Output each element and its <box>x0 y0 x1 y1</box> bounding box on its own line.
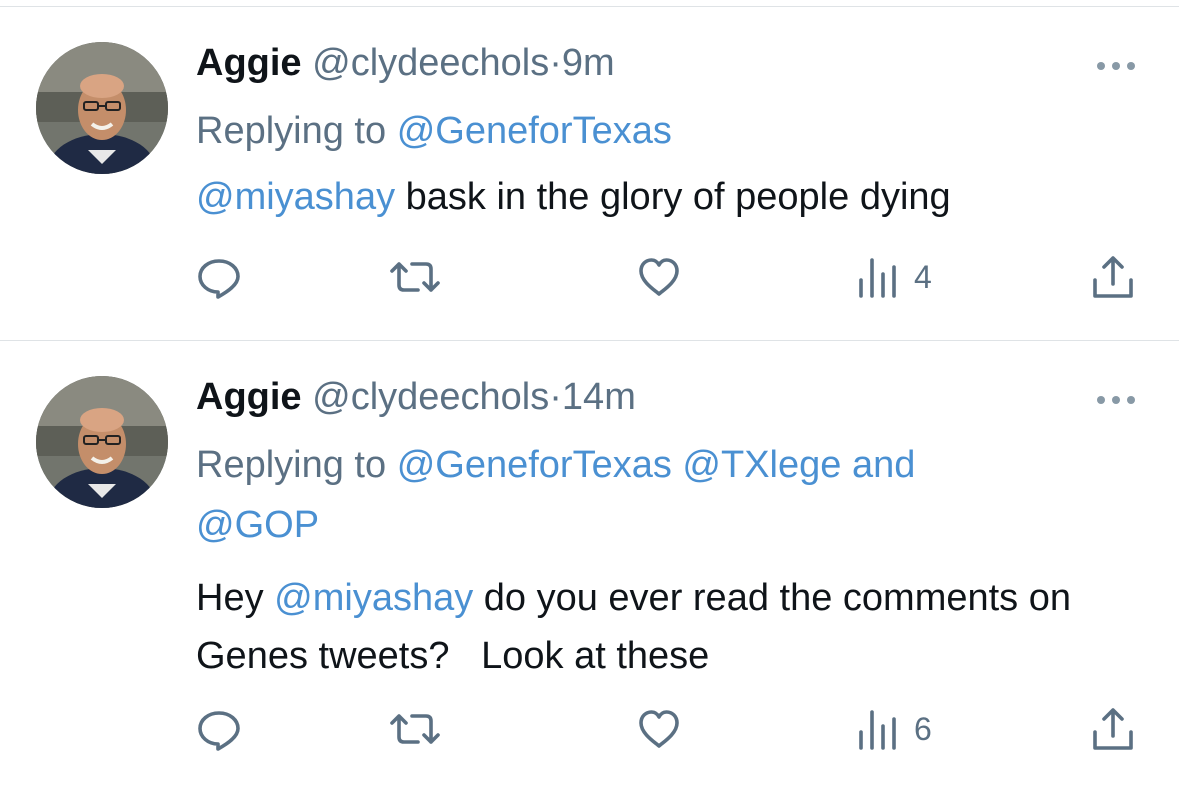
tweet-header: Aggie @clydeechols·9m <box>196 41 615 85</box>
views-icon <box>859 710 896 750</box>
avatar[interactable] <box>36 42 168 174</box>
reply-button[interactable] <box>194 252 244 302</box>
reply-icon <box>198 259 240 299</box>
reply-mention[interactable]: @GeneforTexas <box>397 110 672 152</box>
share-button[interactable] <box>1088 252 1138 302</box>
user-handle[interactable]: @clydeechols <box>312 42 549 84</box>
action-bar: 4 <box>0 252 1179 302</box>
avatar[interactable] <box>36 376 168 508</box>
tweet-text: Hey @miyashay do you ever read the comme… <box>196 569 1136 685</box>
retweet-icon <box>390 714 440 744</box>
heart-icon <box>639 258 679 296</box>
like-button[interactable] <box>634 704 684 754</box>
timeline: Aggie @clydeechols·9m Replying to @Genef… <box>0 0 1179 792</box>
reply-mention[interactable]: @GeneforTexas <box>397 444 672 486</box>
reply-mention[interactable]: @GOP <box>196 504 319 546</box>
tweet[interactable]: Aggie @clydeechols·14m Replying to @Gene… <box>0 341 1179 792</box>
tweet[interactable]: Aggie @clydeechols·9m Replying to @Genef… <box>0 7 1179 340</box>
views-count: 4 <box>914 258 932 295</box>
tweet-text: @miyashay bask in the glory of people dy… <box>196 168 1136 226</box>
views-icon <box>859 258 896 298</box>
reply-button[interactable] <box>194 704 244 754</box>
reply-mention[interactable]: @TXlege <box>682 444 841 486</box>
separator-dot: · <box>549 376 562 418</box>
timestamp[interactable]: 9m <box>562 42 615 84</box>
display-name[interactable]: Aggie <box>196 376 302 418</box>
body-prefix: Hey <box>196 577 275 619</box>
share-icon <box>1093 708 1133 750</box>
replying-prefix: Replying to <box>196 444 387 486</box>
separator-dot: · <box>549 42 562 84</box>
replying-to: Replying to @GeneforTexas @TXlege and @G… <box>196 435 1096 555</box>
like-button[interactable] <box>634 252 684 302</box>
retweet-icon <box>390 262 440 292</box>
more-icon[interactable] <box>1094 393 1138 407</box>
body-text: bask in the glory of people dying <box>395 176 951 218</box>
user-handle[interactable]: @clydeechols <box>312 376 549 418</box>
replying-to: Replying to @GeneforTexas <box>196 101 1096 161</box>
tweet-header: Aggie @clydeechols·14m <box>196 375 636 419</box>
reply-icon <box>198 711 240 751</box>
reply-and[interactable]: and <box>852 444 915 486</box>
body-mention[interactable]: @miyashay <box>196 176 395 218</box>
views-count: 6 <box>914 710 932 747</box>
retweet-button[interactable] <box>388 252 442 302</box>
timestamp[interactable]: 14m <box>562 376 636 418</box>
views-button[interactable]: 6 <box>856 704 932 754</box>
display-name[interactable]: Aggie <box>196 42 302 84</box>
retweet-button[interactable] <box>388 704 442 754</box>
replying-prefix: Replying to <box>196 110 387 152</box>
heart-icon <box>639 710 679 748</box>
share-button[interactable] <box>1088 704 1138 754</box>
views-button[interactable]: 4 <box>856 252 932 302</box>
share-icon <box>1093 256 1133 298</box>
more-icon[interactable] <box>1094 59 1138 73</box>
action-bar: 6 <box>0 704 1179 754</box>
body-mention[interactable]: @miyashay <box>274 577 473 619</box>
